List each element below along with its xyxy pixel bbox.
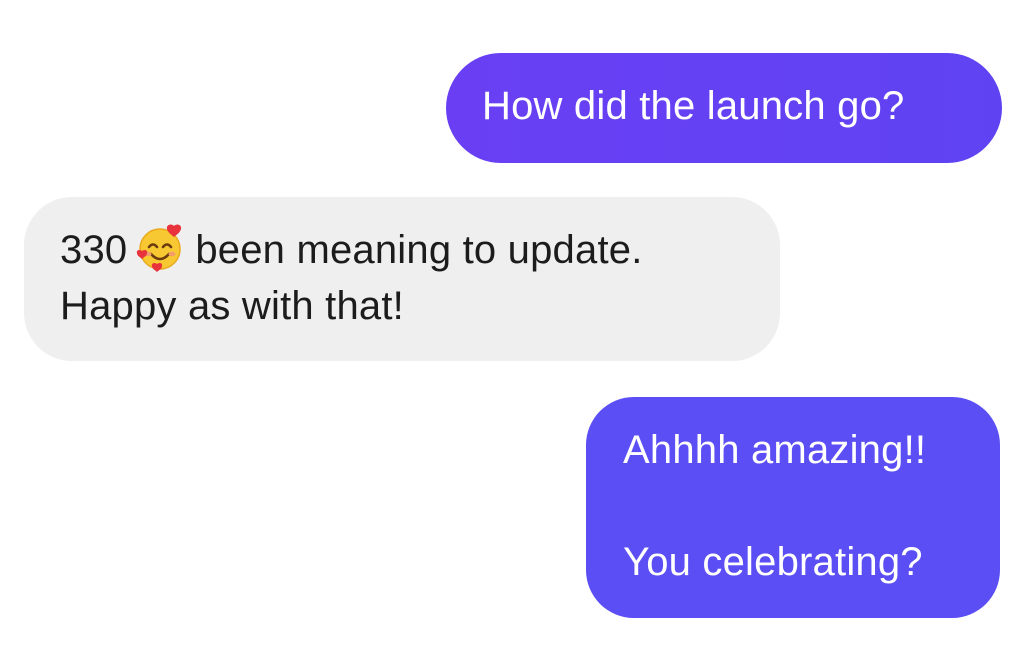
message-text: been meaning to update.: [195, 228, 643, 272]
message-text: 330: [60, 228, 128, 272]
message-text-line: 330 been meaning to update.: [60, 222, 780, 278]
sent-message-bubble[interactable]: How did the launch go?: [446, 53, 1002, 163]
message-text: Ahhhh amazing!!: [623, 428, 927, 472]
message-text: Happy as with that!: [60, 284, 404, 328]
message-text: You celebrating?: [623, 540, 923, 584]
smiling-face-with-hearts-icon: [137, 224, 182, 272]
message-text: How did the launch go?: [482, 84, 905, 128]
chat-thread: How did the launch go? 330 been meaning …: [0, 0, 1024, 651]
received-message-bubble[interactable]: 330 been meaning to update. Happy as wit…: [24, 197, 780, 361]
sent-message-bubble[interactable]: Ahhhh amazing!! You celebrating?: [586, 397, 1000, 618]
